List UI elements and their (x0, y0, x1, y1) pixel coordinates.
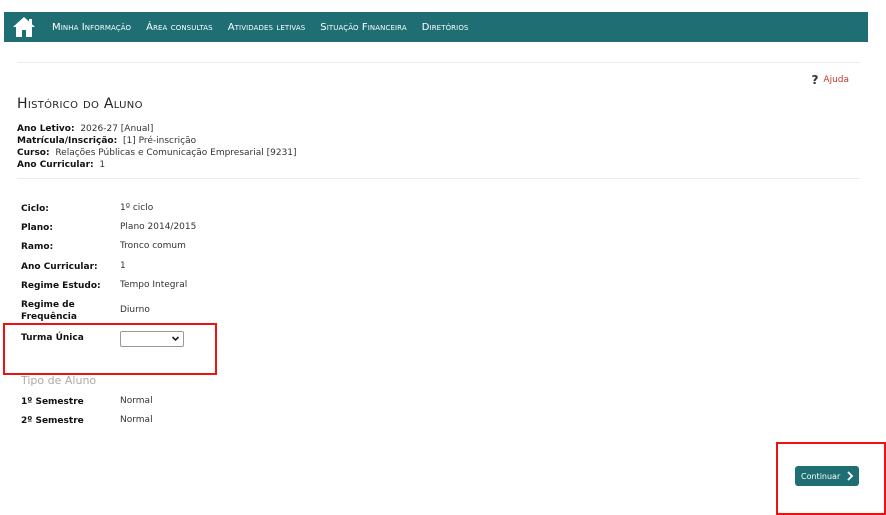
nav-item-situacao-financeira[interactable]: Situação Financeira (320, 22, 406, 33)
ano-letivo-value: 2026-27 [Anual] (80, 124, 154, 134)
top-nav-bar: Minha Informação Área consultas Atividad… (4, 12, 868, 42)
field-label: Plano: (21, 223, 53, 233)
section-title-tipo-aluno: Tipo de Aluno (21, 374, 97, 387)
home-icon[interactable] (11, 15, 37, 39)
info-ano-letivo: Ano Letivo: 2026-27 [Anual] (17, 123, 297, 135)
question-icon: ? (811, 73, 819, 87)
help-link[interactable]: ? Ajuda (811, 73, 849, 87)
student-info: Ano Letivo: 2026-27 [Anual] Matrícula/In… (17, 123, 297, 171)
field-value: Tronco comum (120, 241, 186, 251)
help-label: Ajuda (823, 75, 849, 85)
main-menu: Minha Informação Área consultas Atividad… (52, 22, 483, 33)
field-value: 1º ciclo (120, 203, 154, 213)
field-label: Regime Estudo: (21, 281, 101, 291)
info-matricula: Matrícula/Inscrição: [1] Pré-inscrição (17, 135, 297, 147)
divider (17, 178, 860, 179)
nav-item-atividades-letivas[interactable]: Atividades letivas (228, 22, 306, 33)
chevron-right-icon (847, 471, 854, 481)
matricula-value: [1] Pré-inscrição (122, 136, 197, 146)
field-value: Normal (120, 415, 153, 425)
field-label: Ano Curricular: (21, 262, 98, 272)
nav-item-area-consultas[interactable]: Área consultas (146, 22, 213, 33)
nav-item-minha-informacao[interactable]: Minha Informação (52, 22, 131, 33)
matricula-label: Matrícula/Inscrição: (17, 136, 118, 146)
field-value: Diurno (120, 305, 150, 315)
field-label: 1º Semestre (21, 397, 84, 407)
nav-item-diretorios[interactable]: Diretórios (422, 22, 469, 33)
highlight-box (3, 323, 217, 375)
field-value: Normal (120, 396, 153, 406)
field-label: Regime de Frequência (21, 300, 77, 322)
field-value: Plano 2014/2015 (120, 222, 197, 232)
page-title: Histórico do Aluno (17, 96, 143, 112)
continue-label: Continuar (801, 471, 841, 481)
ano-curricular-value: 1 (99, 160, 106, 170)
field-value: 1 (120, 261, 126, 271)
ano-curricular-label: Ano Curricular: (17, 160, 94, 170)
ano-letivo-label: Ano Letivo: (17, 124, 75, 134)
field-label: Ramo: (21, 242, 54, 252)
field-label: 2º Semestre (21, 416, 84, 426)
continue-button[interactable]: Continuar (795, 466, 859, 486)
curso-value: Relações Públicas e Comunicação Empresar… (55, 148, 297, 158)
info-ano-curricular: Ano Curricular: 1 (17, 159, 297, 171)
info-curso: Curso: Relações Públicas e Comunicação E… (17, 147, 297, 159)
curso-label: Curso: (17, 148, 50, 158)
field-label: Ciclo: (21, 204, 49, 214)
field-value: Tempo Integral (120, 280, 188, 290)
divider (17, 62, 860, 63)
